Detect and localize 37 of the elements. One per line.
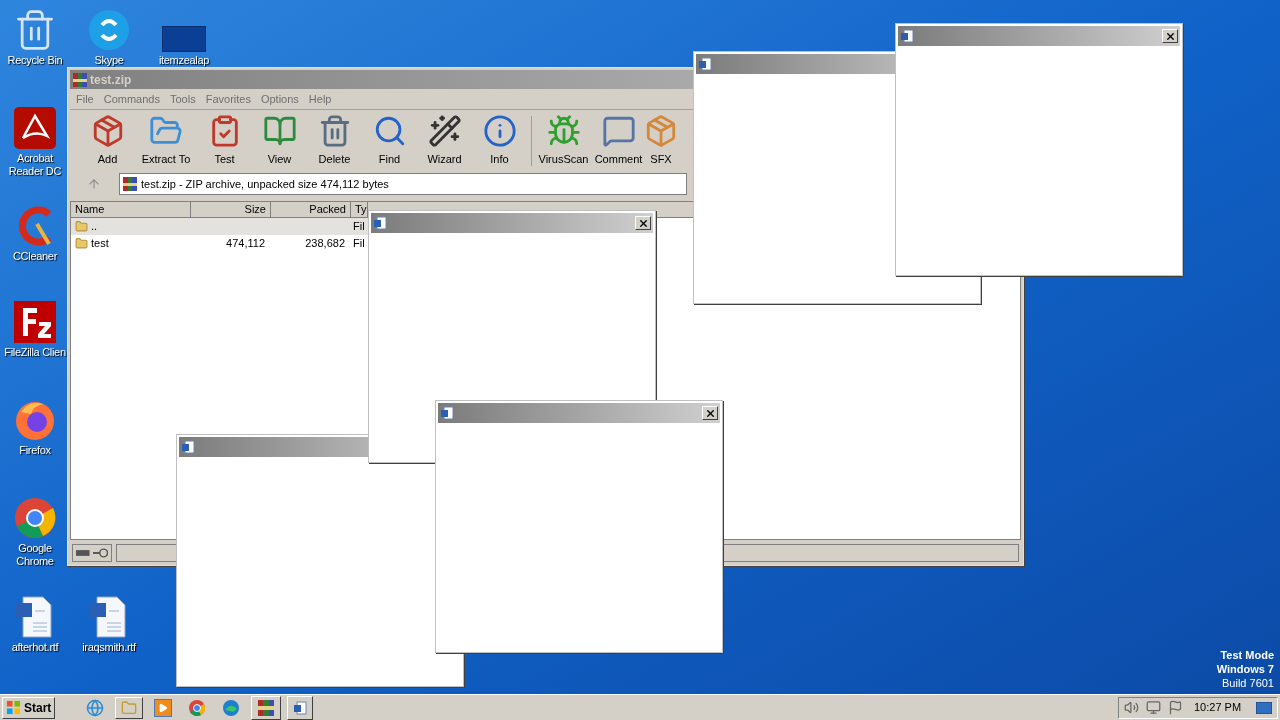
file-name: test xyxy=(91,236,109,252)
file-row[interactable]: test 474,112 238,682 Fil xyxy=(71,235,368,252)
desktop-icon-label[interactable]: itemzealap xyxy=(158,54,210,67)
desktop-icon-label[interactable]: Google Chrome xyxy=(4,542,66,568)
start-button[interactable]: Start xyxy=(2,696,56,719)
desktop-icon-label[interactable]: Acrobat Reader DC xyxy=(4,152,66,178)
desktop-icon-label[interactable]: Recycle Bin xyxy=(7,54,63,67)
toolbar-button[interactable]: Delete xyxy=(307,111,362,170)
toolbar-button[interactable]: SFX xyxy=(646,111,676,170)
archive-path: test.zip - ZIP archive, unpacked size 474,112 bytes xyxy=(141,176,389,192)
file-type: Fil xyxy=(353,237,365,250)
toolbar-button[interactable]: VirusScan xyxy=(536,111,591,170)
file-size: 474,112 xyxy=(226,237,265,250)
file-type: Fil xyxy=(353,220,365,233)
system-notice-text: Windows 7 xyxy=(1216,662,1274,676)
file-row[interactable]: .. Fil xyxy=(71,218,368,235)
toolbar-button[interactable]: Find xyxy=(362,111,417,170)
desktop-icon-label[interactable]: afterhot.rtf xyxy=(11,641,59,654)
address-field[interactable]: test.zip - ZIP archive, unpacked size 474,112 bytes xyxy=(119,173,687,195)
toolbar-button[interactable]: Add xyxy=(80,111,135,170)
desktop-icon-label[interactable]: Firefox xyxy=(19,444,51,457)
toolbar-button[interactable]: Wizard xyxy=(417,111,472,170)
clock[interactable]: 10:27 PM xyxy=(1194,699,1242,716)
window-title: test.zip xyxy=(90,71,132,89)
toolbar-button[interactable]: Extract To xyxy=(135,111,197,170)
toolbar-button[interactable]: Info xyxy=(472,111,527,170)
desktop-icon-label[interactable]: iraqsmith.rtf xyxy=(82,641,136,654)
toolbar-button[interactable]: Comment xyxy=(591,111,646,170)
system-notice-text: Test Mode xyxy=(1220,648,1274,662)
desktop-icon-label[interactable]: FileZilla Clien xyxy=(4,346,66,359)
desktop-icon-label[interactable]: Skype xyxy=(94,54,124,67)
desktop-icon-label[interactable]: CCleaner xyxy=(12,250,58,263)
packed-size: 238,682 xyxy=(305,237,345,250)
file-name: .. xyxy=(91,219,98,235)
system-notice-text: Build 7601 xyxy=(1222,676,1274,690)
toolbar-button[interactable]: Test xyxy=(197,111,252,170)
toolbar-button[interactable]: View xyxy=(252,111,307,170)
